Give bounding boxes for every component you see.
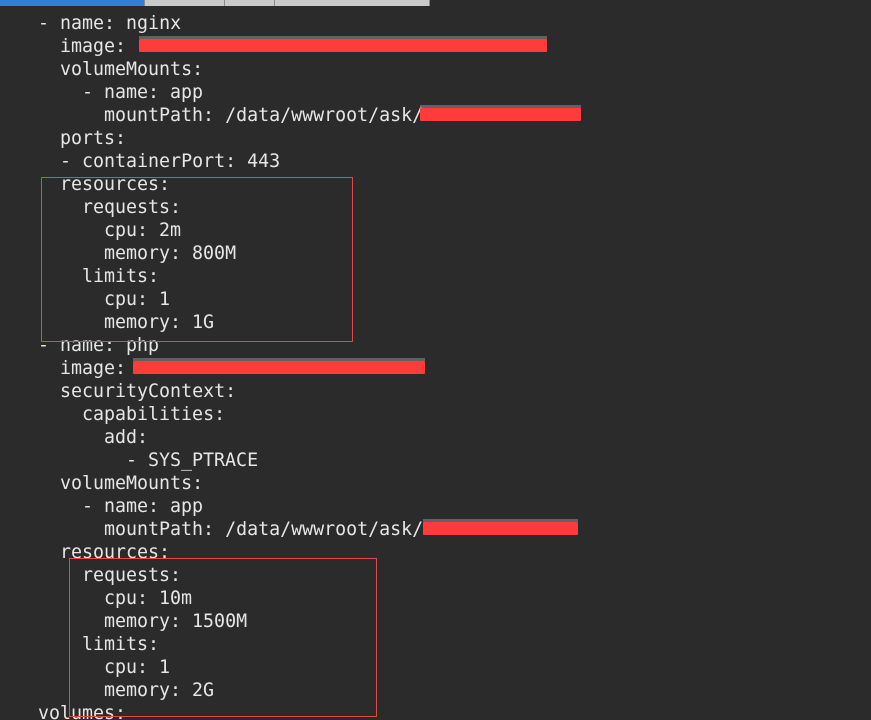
terminal-window: - name: nginx image: volumeMounts: - nam… — [0, 0, 871, 720]
annotation-box-php-resources — [69, 558, 377, 717]
tab-active[interactable] — [0, 0, 145, 6]
redaction-mark — [139, 36, 547, 52]
annotation-box-nginx-resources — [41, 177, 353, 342]
tab-4[interactable] — [275, 0, 430, 6]
tab-strip — [0, 0, 871, 6]
redaction-mark — [133, 358, 425, 374]
redaction-mark — [420, 105, 581, 121]
redaction-mark — [423, 519, 578, 535]
tab-2[interactable] — [145, 0, 225, 6]
tab-3[interactable] — [225, 0, 275, 6]
